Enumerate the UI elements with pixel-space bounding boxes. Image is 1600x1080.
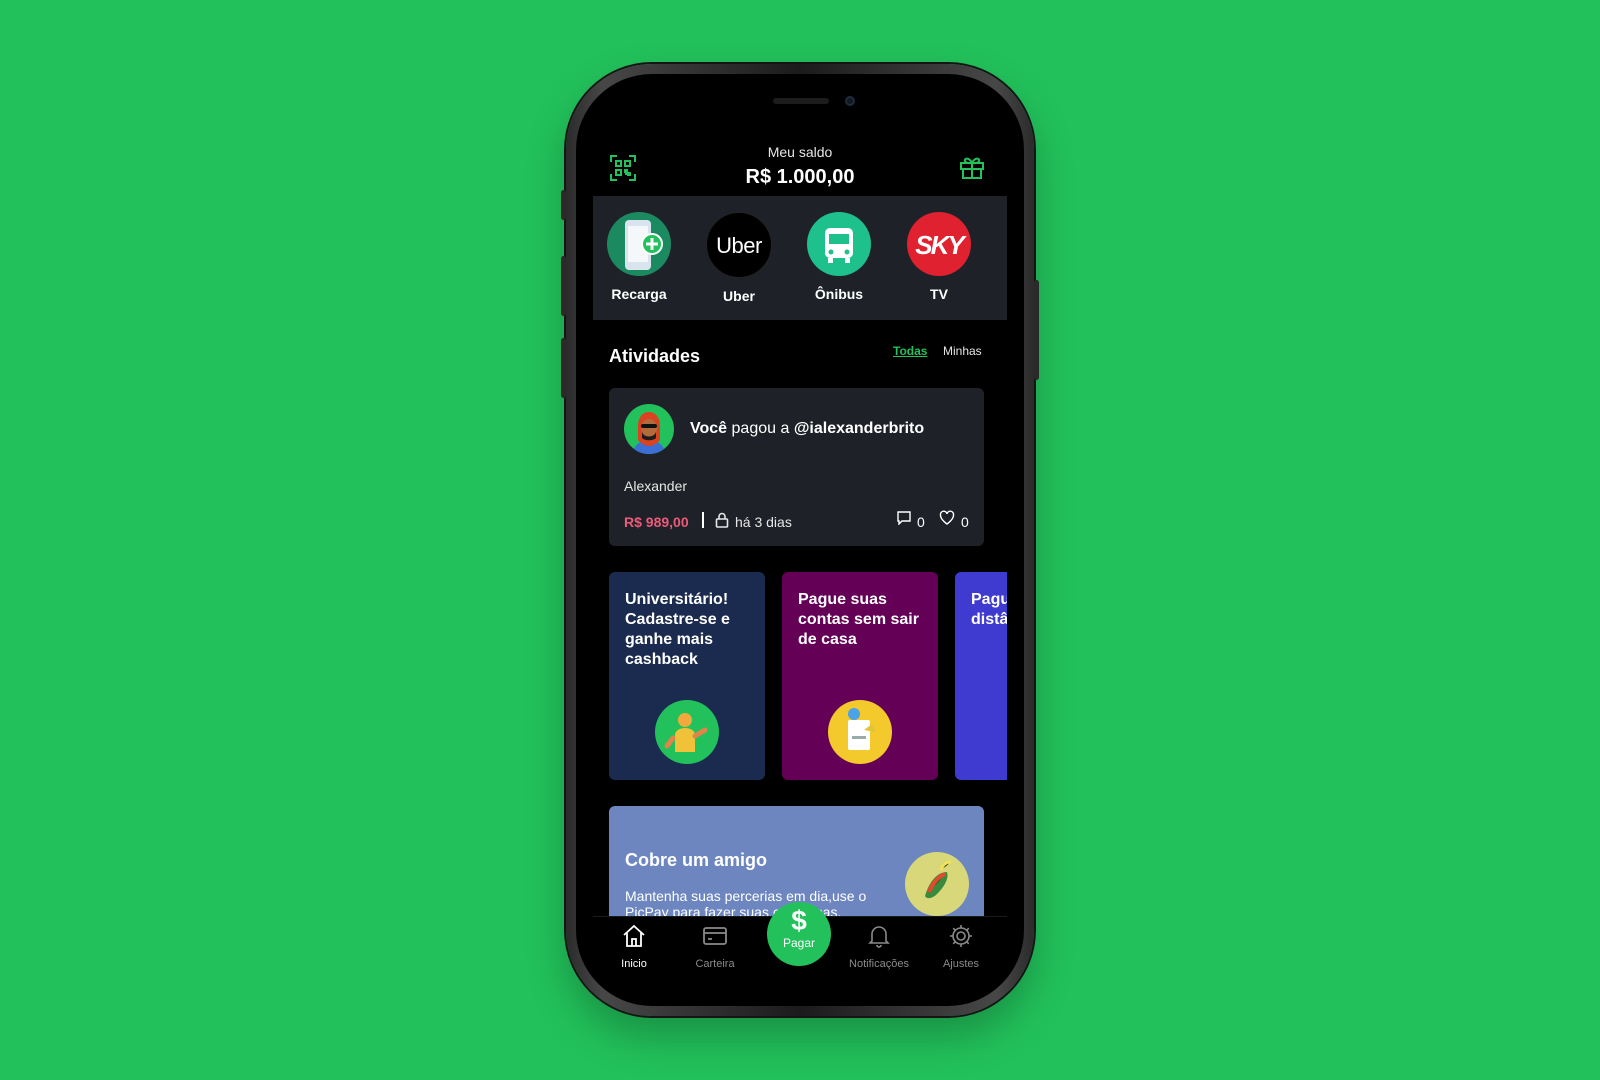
shortcut-onibus[interactable]: Ônibus [799,212,879,302]
activity-time: há 3 dias [735,514,792,530]
home-icon [623,924,645,947]
student-illustration [655,700,719,764]
sneaker-illustration [905,852,969,916]
dollar-icon: $ [791,905,807,936]
lock-icon [715,512,729,528]
balance-label: Meu saldo [767,144,833,160]
uber-logo: Uber [706,212,772,278]
divider [702,512,704,528]
sky-logo-text: SKY [915,230,964,260]
activity-amount: R$ 989,00 [624,514,689,530]
tab-notificacoes[interactable]: Notificações [839,923,919,970]
shortcut-uber[interactable]: Uber Uber [699,212,779,304]
silent-switch [561,190,566,220]
pay-button[interactable]: $ Pagar [767,902,831,966]
activity-target[interactable]: @ialexanderbrito [794,420,924,437]
tab-label: Carteira [695,958,735,970]
shortcut-tv[interactable]: SKY TV [899,212,979,302]
balance-value: R$ 1.000,00 [745,166,855,188]
sky-logo: SKY [907,212,971,276]
tab-label: Notificações [849,958,909,970]
wallet-icon [703,927,727,945]
activity-card[interactable]: Você pagou a @ialexanderbrito Alexander … [609,388,984,546]
tab-label: Inicio [621,958,647,970]
like-count: 0 [961,514,969,530]
comment-count: 0 [917,514,925,530]
promo-card-universitario[interactable]: Universitário! Cadastre-se e ganhe mais … [609,572,765,780]
speaker [773,98,829,104]
shortcut-recarga[interactable]: Recarga [599,212,679,302]
shortcut-label: Ônibus [814,286,864,302]
activity-description: Você pagou a @ialexanderbrito [690,420,924,438]
charge-friend-title: Cobre um amigo [625,850,768,870]
activity-actor: Você [690,420,728,437]
bill-illustration [828,700,892,764]
volume-up-button [561,256,566,316]
pay-label: Pagar [782,936,816,950]
comment-icon[interactable] [897,511,911,525]
heart-icon[interactable] [939,510,955,526]
shortcut-label: Recarga [611,286,667,302]
shortcut-label: Uber [723,288,755,304]
filter-all[interactable]: Todas [893,344,927,358]
phone-recharge-icon [607,212,671,276]
notch [685,92,915,124]
shortcut-label: TV [930,286,948,302]
gift-icon[interactable] [959,154,985,180]
avatar [624,404,674,454]
activity-name: Alexander [624,478,688,494]
tab-label: Ajustes [942,958,980,970]
promo-card-contas[interactable]: Pague suas contas sem sair de casa [782,572,938,780]
filter-mine[interactable]: Minhas [943,344,982,358]
activities-title: Atividades [609,346,701,366]
gear-icon [950,925,972,947]
tab-carteira[interactable]: Carteira [675,923,755,970]
promo-text: Universitário! Cadastre-se e ganhe mais … [625,591,730,668]
app-screen: Meu saldo R$ 1.000,00 Recarga Uber Uber … [593,92,1007,988]
power-button [1034,280,1039,380]
promo-text: Pague amigos a distância [971,591,1007,628]
bus-icon [807,212,871,276]
tab-ajustes[interactable]: Ajustes [921,923,1001,970]
tab-inicio[interactable]: Inicio [594,923,674,970]
promo-card-amigos[interactable]: Pague amigos a distância [955,572,1007,780]
activity-verb: pagou a [731,420,790,437]
shortcuts-bar: Recarga Uber Uber Ônibus SKY TV [593,196,1007,320]
camera [845,96,855,106]
volume-down-button [561,338,566,398]
promo-text: Pague suas contas sem sair de casa [798,591,919,648]
bell-icon [868,926,890,948]
uber-logo-text: Uber [716,233,762,258]
